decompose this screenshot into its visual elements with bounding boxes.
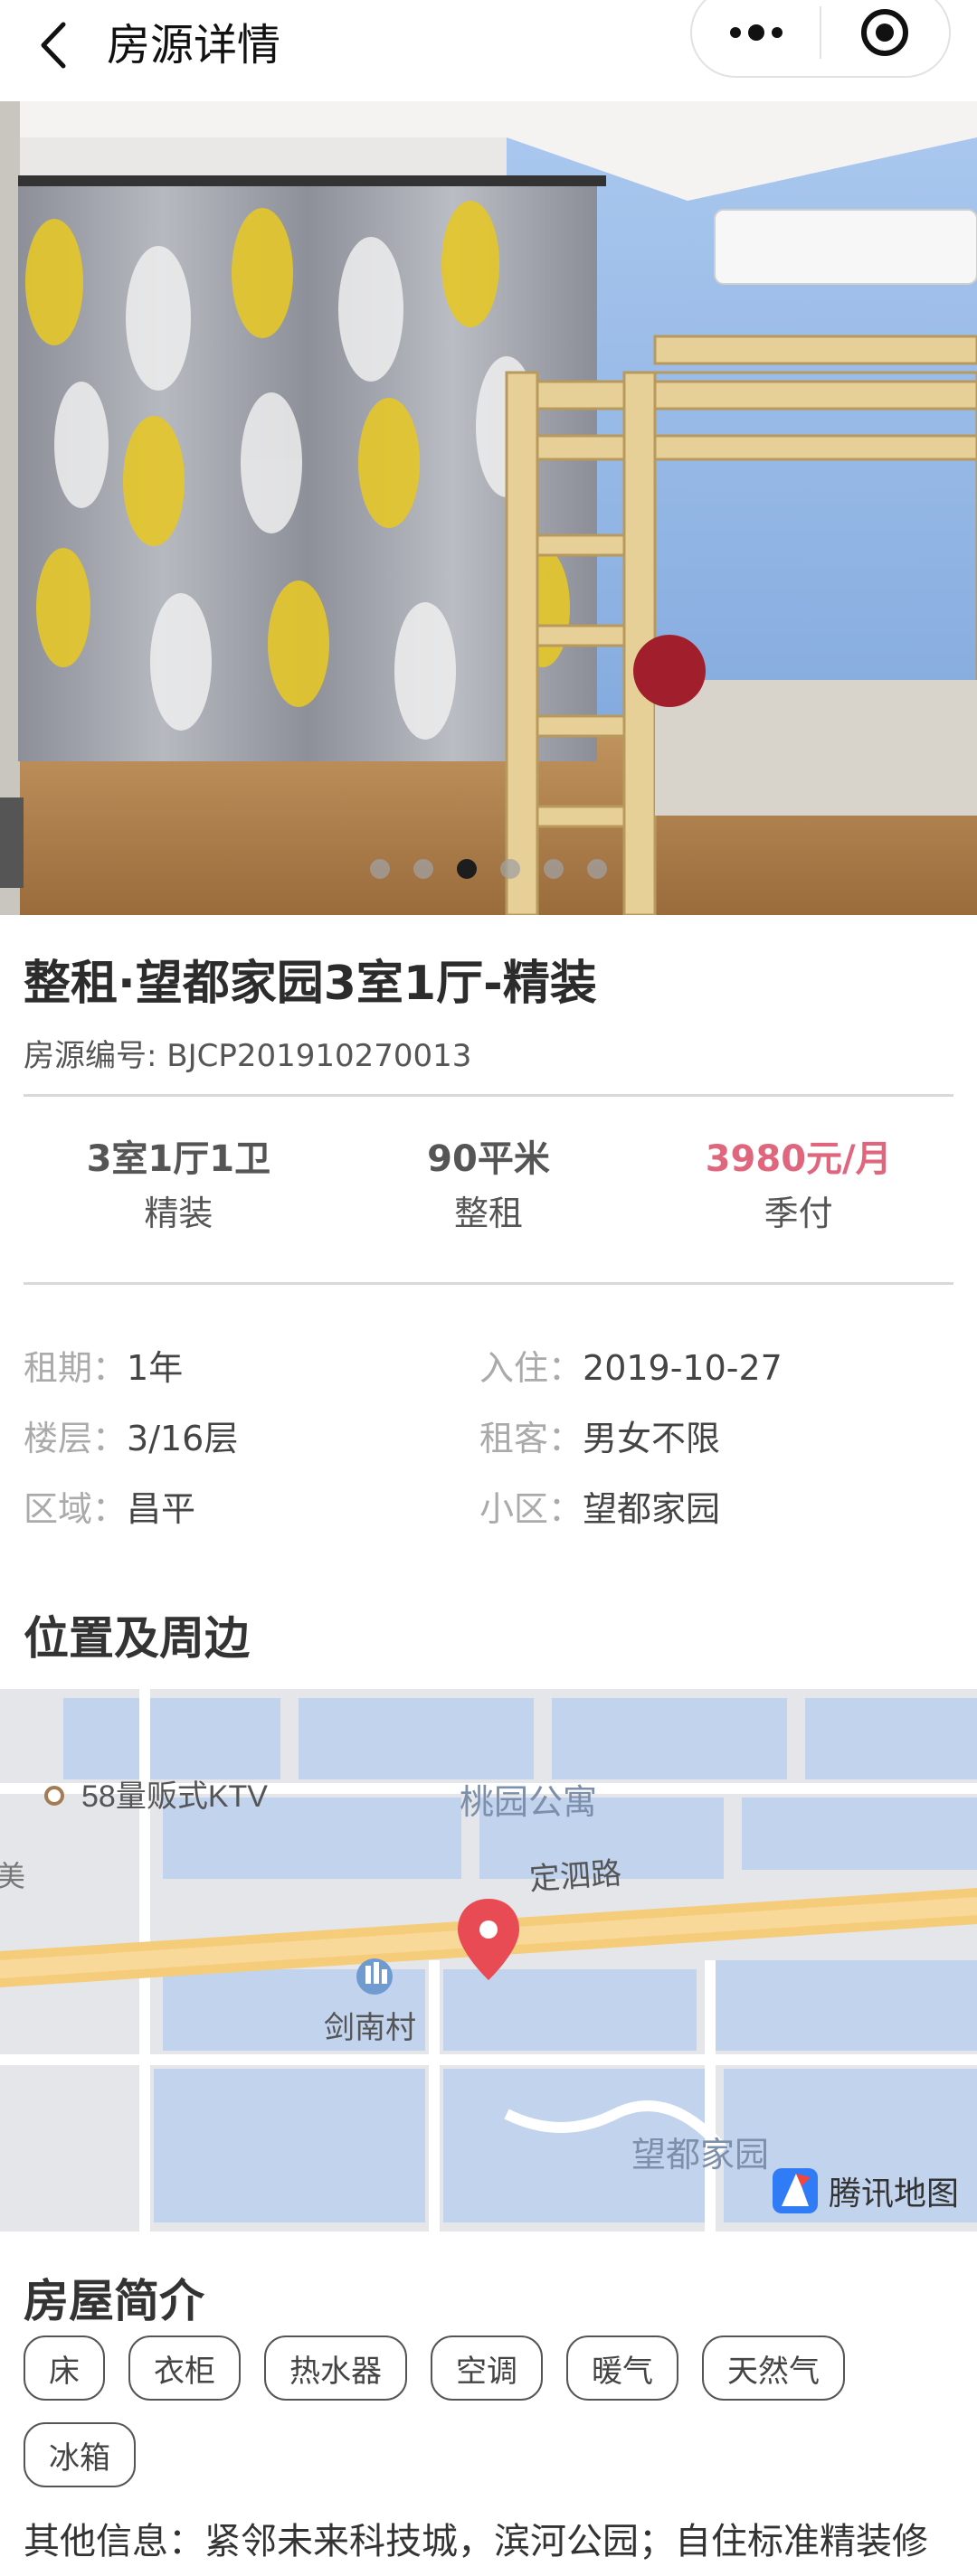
map-provider-name: 腾讯地图: [828, 2175, 959, 2213]
fact-key: 租期：: [24, 1347, 128, 1388]
photo-carousel[interactable]: [0, 101, 977, 915]
amenity-tags: 床 衣柜 热水器 空调 暖气 天然气 冰箱: [24, 2335, 964, 2487]
fact-row: 区域：昌平 小区：望都家园: [24, 1470, 953, 1541]
map-community-label: 望都家园: [631, 2137, 769, 2175]
stat-layout: 3室1厅1卫 精装: [24, 1096, 334, 1277]
fact-row: 租期：1年 入住：2019-10-27: [24, 1329, 953, 1400]
fact-key: 区域：: [24, 1488, 128, 1529]
fact-value: 2019-10-27: [583, 1347, 783, 1388]
carousel-dot[interactable]: [544, 859, 564, 879]
stat-sub: 整租: [454, 1194, 524, 1233]
fact-key: 楼层：: [24, 1418, 128, 1458]
fact-lease: 租期：1年: [24, 1340, 479, 1390]
amenity-tag: 床: [24, 2335, 105, 2401]
location-map[interactable]: 58量贩式KTV 桃园公寓 定泗路 美 剑南村 望都家园 腾讯地图: [0, 1689, 977, 2232]
village-icon: [356, 1958, 393, 1995]
carousel-dot[interactable]: [500, 859, 520, 879]
more-button[interactable]: [692, 0, 820, 76]
fact-district: 区域：昌平: [24, 1481, 479, 1531]
chevron-left-icon: [41, 22, 66, 69]
fact-value: 昌平: [127, 1488, 196, 1529]
page-title: 房源详情: [107, 20, 281, 71]
fact-value: 3/16层: [127, 1418, 239, 1458]
carousel-dot[interactable]: [370, 859, 390, 879]
fact-value: 望都家园: [583, 1488, 721, 1529]
fact-move-in: 入住：2019-10-27: [479, 1340, 935, 1390]
listing-title: 整租·望都家园3室1厅-精装: [24, 957, 597, 1011]
mini-program-capsule: [690, 0, 951, 78]
carousel-dot[interactable]: [587, 859, 607, 879]
map-road-label: 定泗路: [528, 1856, 622, 1897]
listing-facts: 租期：1年 入住：2019-10-27 楼层：3/16层 租客：男女不限 区域：…: [24, 1329, 953, 1541]
close-button[interactable]: [821, 0, 949, 76]
map-village-label: 剑南村: [324, 2011, 416, 2045]
fact-value: 男女不限: [583, 1418, 721, 1458]
fact-tenant: 租客：男女不限: [479, 1411, 935, 1460]
other-info: 其他信息：紧邻未来科技城，滨河公园；自住标准精装修: [24, 2521, 928, 2562]
stat-sub: 季付: [764, 1194, 833, 1233]
fact-value: 1年: [127, 1347, 184, 1388]
price-value: 3980元/月: [705, 1138, 892, 1180]
amenity-tag: 衣柜: [128, 2335, 241, 2401]
target-close-icon: [861, 9, 909, 56]
fact-community: 小区：望都家园: [479, 1481, 935, 1531]
amenity-tag: 热水器: [264, 2335, 407, 2401]
stat-area: 90平米 整租: [334, 1096, 644, 1277]
map-poi-taoyuan: 桃园公寓: [460, 1784, 597, 1822]
amenity-tag: 空调: [431, 2335, 543, 2401]
listing-code: 房源编号: BJCP201910270013: [24, 1038, 472, 1074]
stat-sub: 精装: [144, 1194, 213, 1233]
carousel-dot[interactable]: [413, 859, 433, 879]
map-canvas: 58量贩式KTV 桃园公寓 定泗路 美 剑南村 望都家园: [0, 1689, 977, 2232]
map-poi-ktv: 58量贩式KTV: [81, 1779, 268, 1814]
tencent-map-icon: [772, 2168, 818, 2213]
map-provider-logo: 腾讯地图: [771, 2166, 959, 2215]
location-section-title: 位置及周边: [24, 1612, 250, 1665]
divider: [24, 1282, 953, 1285]
amenity-tag: 暖气: [566, 2335, 678, 2401]
carousel-indicators: [0, 859, 977, 879]
more-dots-icon: [729, 24, 783, 41]
fact-key: 小区：: [479, 1488, 583, 1529]
nav-header: 房源详情: [0, 0, 977, 101]
fact-row: 楼层：3/16层 租客：男女不限: [24, 1400, 953, 1470]
stat-main: 90平米: [427, 1138, 550, 1180]
back-button[interactable]: [27, 18, 81, 72]
fact-key: 入住：: [479, 1347, 583, 1388]
room-photo: [0, 101, 977, 915]
stat-main: 3室1厅1卫: [86, 1138, 271, 1180]
listing-stats: 3室1厅1卫 精装 90平米 整租 3980元/月 季付: [24, 1096, 953, 1277]
carousel-dot-active[interactable]: [457, 859, 477, 879]
map-edge-label: 美: [0, 1860, 25, 1892]
amenity-tag: 冰箱: [24, 2422, 136, 2487]
amenity-tag: 天然气: [702, 2335, 845, 2401]
fact-key: 租客：: [479, 1418, 583, 1458]
fact-floor: 楼层：3/16层: [24, 1411, 479, 1460]
stat-price: 3980元/月 季付: [643, 1096, 953, 1277]
intro-section-title: 房屋简介: [24, 2275, 204, 2327]
